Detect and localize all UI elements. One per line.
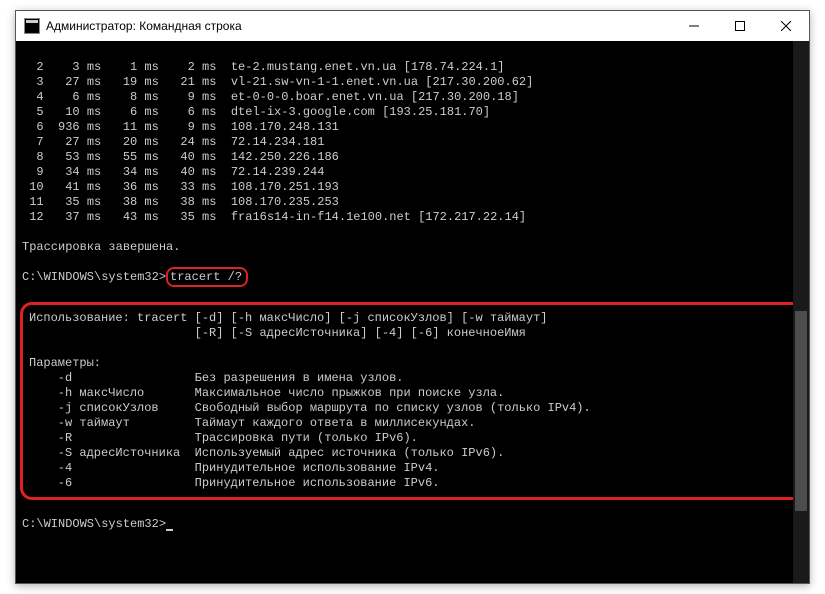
param-row: -6 Принудительное использование IPv6. (29, 476, 439, 490)
tracert-output: 2 3 ms 1 ms 2 ms te-2.mustang.enet.vn.ua… (22, 60, 803, 225)
trace-complete-text: Трассировка завершена. (22, 240, 180, 254)
param-row: -4 Принудительное использование IPv4. (29, 461, 439, 475)
minimize-button[interactable] (671, 11, 717, 41)
prompt-line-2: C:\WINDOWS\system32> (22, 517, 803, 532)
usage-line: [-R] [-S адресИсточника] [-4] [-6] конеч… (29, 326, 526, 340)
hop-row: 10 41 ms 36 ms 33 ms 108.170.251.193 (22, 180, 803, 195)
param-row: -R Трассировка пути (только IPv6). (29, 431, 418, 445)
hop-row: 5 10 ms 6 ms 6 ms dtel-ix-3.google.com [… (22, 105, 803, 120)
param-row: -S адресИсточника Используемый адрес ист… (29, 446, 504, 460)
close-button[interactable] (763, 11, 809, 41)
cmd-window: Администратор: Командная строка 2 3 ms 1… (15, 10, 810, 584)
hop-row: 11 35 ms 38 ms 38 ms 108.170.235.253 (22, 195, 803, 210)
titlebar[interactable]: Администратор: Командная строка (16, 11, 809, 41)
param-row: -w таймаут Таймаут каждого ответа в милл… (29, 416, 476, 430)
terminal-area[interactable]: 2 3 ms 1 ms 2 ms te-2.mustang.enet.vn.ua… (16, 41, 809, 583)
hop-row: 12 37 ms 43 ms 35 ms fra16s14-in-f14.1e1… (22, 210, 803, 225)
hop-row: 8 53 ms 55 ms 40 ms 142.250.226.186 (22, 150, 803, 165)
help-output-highlight: Использование: tracert [-d] [-h максЧисл… (20, 302, 805, 500)
params-header: Параметры: (29, 356, 101, 370)
hop-row: 9 34 ms 34 ms 40 ms 72.14.239.244 (22, 165, 803, 180)
param-row: -j списокУзлов Свободный выбор маршрута … (29, 401, 591, 415)
hop-row: 6 936 ms 11 ms 9 ms 108.170.248.131 (22, 120, 803, 135)
scrollbar-thumb[interactable] (795, 311, 807, 511)
hop-row: 7 27 ms 20 ms 24 ms 72.14.234.181 (22, 135, 803, 150)
hop-row: 4 6 ms 8 ms 9 ms et-0-0-0.boar.enet.vn.u… (22, 90, 803, 105)
command-highlight: tracert /? (166, 267, 248, 287)
window-controls (671, 11, 809, 41)
param-row: -h максЧисло Максимальное число прыжков … (29, 386, 504, 400)
maximize-button[interactable] (717, 11, 763, 41)
prompt-line-1: C:\WINDOWS\system32>tracert /? (22, 270, 803, 285)
window-title: Администратор: Командная строка (46, 19, 671, 33)
cmd-icon (24, 18, 40, 34)
usage-line: Использование: tracert [-d] [-h максЧисл… (29, 311, 547, 325)
scrollbar[interactable] (793, 41, 809, 583)
param-row: -d Без разрешения в имена узлов. (29, 371, 403, 385)
cursor (166, 529, 173, 531)
hop-row: 3 27 ms 19 ms 21 ms vl-21.sw-vn-1-1.enet… (22, 75, 803, 90)
hop-row: 2 3 ms 1 ms 2 ms te-2.mustang.enet.vn.ua… (22, 60, 803, 75)
